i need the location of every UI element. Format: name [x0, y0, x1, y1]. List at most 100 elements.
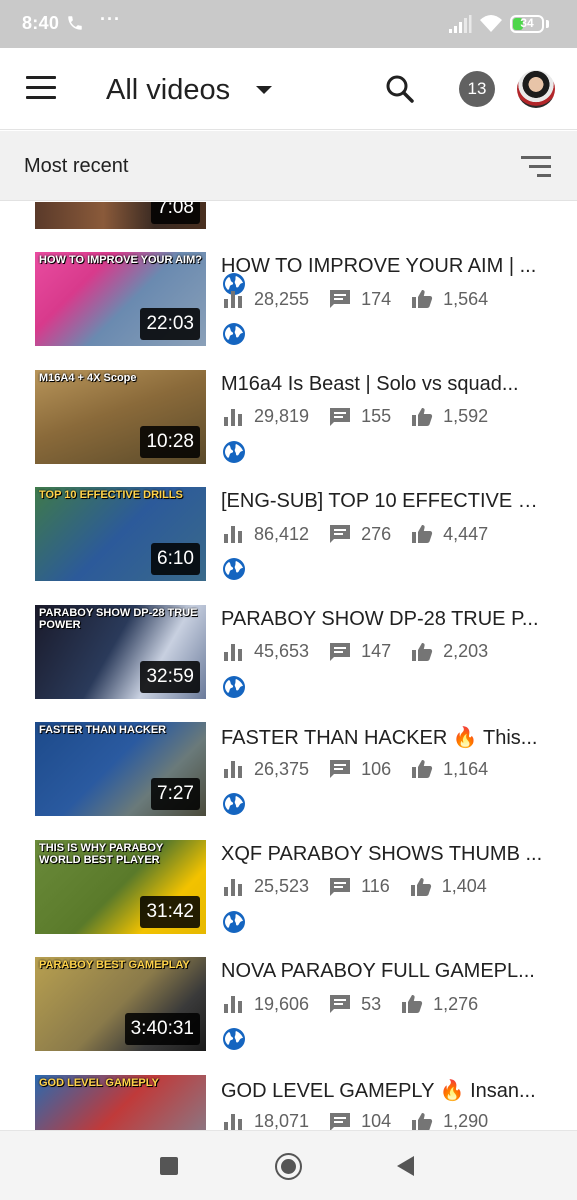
comments-icon	[330, 760, 351, 778]
views-icon	[224, 408, 242, 426]
public-globe-icon	[223, 1028, 245, 1050]
comments-count: 116	[361, 876, 390, 896]
video-thumbnail[interactable]: FASTER THAN HACKER 7:27	[35, 722, 206, 816]
video-title: [ENG-SUB] TOP 10 EFFECTIVE D...	[221, 490, 543, 512]
video-filter-dropdown[interactable]: All videos	[106, 70, 273, 110]
views-icon	[224, 996, 242, 1013]
video-thumbnail[interactable]: M16A4 + 4X Scope 10:28	[35, 369, 206, 464]
likes-count: 1,290	[443, 1111, 489, 1130]
avatar[interactable]	[517, 70, 555, 108]
video-stats: 19,606 53 1,276	[222, 993, 498, 1015]
video-list-item[interactable]: TOP 10 EFFECTIVE DRILLS 6:10 [ENG-SUB] TOP…	[0, 487, 577, 604]
likes-icon	[412, 290, 433, 308]
video-list-item[interactable]: PARABOY SHOW DP-28 TRUE POWER 32:59 PARABO…	[0, 604, 577, 722]
video-stats: 28,255 174 1,564	[222, 288, 508, 310]
comments-count: 155	[361, 406, 392, 426]
battery-tip	[546, 20, 549, 28]
recents-icon[interactable]	[160, 1157, 178, 1175]
likes-icon	[412, 642, 433, 661]
wifi-icon	[480, 15, 502, 32]
comments-icon	[330, 642, 351, 661]
partial-video-thumbnail[interactable]: 7:08	[35, 202, 206, 229]
likes-count: 1,276	[433, 993, 479, 1014]
video-duration: 6:10	[151, 543, 200, 575]
video-title: HOW TO IMPROVE YOUR AIM | ...	[221, 255, 537, 277]
comments-icon	[330, 1112, 351, 1130]
video-stats: 29,819 155 1,592	[222, 406, 508, 428]
thumbnail-text: HOW TO IMPROVE YOUR AIM?	[39, 254, 202, 266]
likes-count: 1,592	[443, 406, 489, 426]
comments-icon	[330, 407, 351, 426]
video-stats: 18,071 104 1,290	[222, 1111, 508, 1130]
views-count: 29,819	[254, 406, 310, 426]
views-count: 28,255	[254, 288, 310, 309]
video-title: GOD LEVEL GAMEPLY 🔥 Insan...	[221, 1079, 536, 1102]
views-count: 19,606	[254, 993, 310, 1014]
comments-icon	[330, 525, 351, 543]
status-bar: 8:40 ··· 34	[0, 0, 577, 48]
video-list-item[interactable]: GOD LEVEL GAMEPLY GOD LEVEL GAMEPLY 🔥 Ins…	[0, 1074, 577, 1130]
video-stats: 26,375 106 1,164	[222, 758, 508, 780]
likes-count: 1,404	[441, 876, 487, 896]
video-thumbnail[interactable]: PARABOY SHOW DP-28 TRUE POWER 32:59	[35, 604, 206, 699]
video-duration: 7:08	[151, 202, 200, 224]
views-icon	[224, 526, 242, 543]
thumbnail-text: M16A4 + 4X Scope	[39, 371, 137, 384]
video-title: NOVA PARABOY FULL GAMEPL...	[221, 960, 535, 982]
likes-icon	[412, 525, 433, 543]
comments-count: 104	[361, 1111, 392, 1130]
thumbnail-text: FASTER THAN HACKER	[39, 724, 167, 736]
public-globe-icon	[223, 793, 245, 815]
sort-bar: Most recent	[0, 131, 577, 201]
signal-icon	[449, 15, 472, 33]
views-icon	[224, 878, 242, 896]
page-title: All videos	[106, 73, 231, 106]
thumbnail-text: GOD LEVEL GAMEPLY	[39, 1076, 159, 1089]
video-thumbnail[interactable]: HOW TO IMPROVE YOUR AIM? 22:03	[35, 252, 206, 346]
menu-icon[interactable]	[26, 76, 56, 100]
likes-icon	[410, 877, 431, 896]
views-icon	[224, 761, 242, 778]
video-duration: 32:59	[140, 660, 200, 693]
sort-label: Most recent	[24, 155, 129, 177]
comments-count: 276	[361, 523, 392, 544]
sort-icon[interactable]	[521, 156, 551, 178]
video-title: FASTER THAN HACKER 🔥 This...	[221, 727, 538, 749]
comments-count: 174	[361, 288, 392, 309]
thumbnail-text: PARABOY BEST GAMEPLAY	[39, 959, 190, 971]
video-thumbnail[interactable]: TOP 10 EFFECTIVE DRILLS 6:10	[35, 487, 206, 581]
video-thumbnail[interactable]: PARABOY BEST GAMEPLAY 3:40:31	[35, 957, 206, 1051]
video-thumbnail[interactable]: THIS IS WHY PARABOY WORLD BEST PLAYER 31:…	[35, 839, 206, 934]
notifications-badge[interactable]: 13	[459, 71, 495, 107]
comments-icon	[330, 290, 351, 308]
views-count: 18,071	[254, 1111, 310, 1130]
video-list-item[interactable]: FASTER THAN HACKER 7:27 FASTER THAN HACKER…	[0, 722, 577, 839]
likes-count: 4,447	[443, 523, 489, 544]
comments-icon	[330, 877, 351, 896]
status-more-dots: ···	[100, 9, 121, 29]
back-icon[interactable]	[397, 1156, 414, 1176]
video-list-item[interactable]: THIS IS WHY PARABOY WORLD BEST PLAYER 31:…	[0, 839, 577, 957]
public-globe-icon	[223, 558, 245, 580]
views-count: 45,653	[254, 641, 310, 661]
likes-count: 1,564	[443, 288, 489, 309]
video-thumbnail[interactable]: GOD LEVEL GAMEPLY	[35, 1074, 206, 1130]
video-title: XQF PARABOY SHOWS THUMB ...	[221, 842, 543, 865]
video-list-item[interactable]: PARABOY BEST GAMEPLAY 3:40:31 NOVA PARABOY…	[0, 957, 577, 1074]
likes-icon	[412, 407, 433, 426]
video-title: PARABOY SHOW DP-28 TRUE P...	[221, 607, 539, 630]
system-nav-bar	[0, 1130, 577, 1200]
dropdown-arrow-icon	[256, 86, 273, 94]
video-duration: 7:27	[151, 778, 200, 810]
likes-count: 1,164	[443, 758, 489, 779]
video-duration: 3:40:31	[124, 1013, 200, 1045]
video-title: M16a4 Is Beast | Solo vs squad...	[221, 372, 519, 395]
views-count: 26,375	[254, 758, 310, 779]
video-list[interactable]: 7:08 HOW TO IMPROVE YOUR AIM? 22:03 HOW TO…	[0, 202, 577, 1130]
video-list-item[interactable]: HOW TO IMPROVE YOUR AIM? 22:03 HOW TO IMPR…	[0, 252, 577, 369]
home-icon[interactable]	[275, 1153, 302, 1180]
search-icon[interactable]	[384, 73, 416, 105]
likes-count: 2,203	[443, 641, 489, 661]
video-list-item[interactable]: M16A4 + 4X Scope 10:28 M16a4 Is Beast | So…	[0, 369, 577, 487]
video-duration: 22:03	[140, 308, 200, 340]
